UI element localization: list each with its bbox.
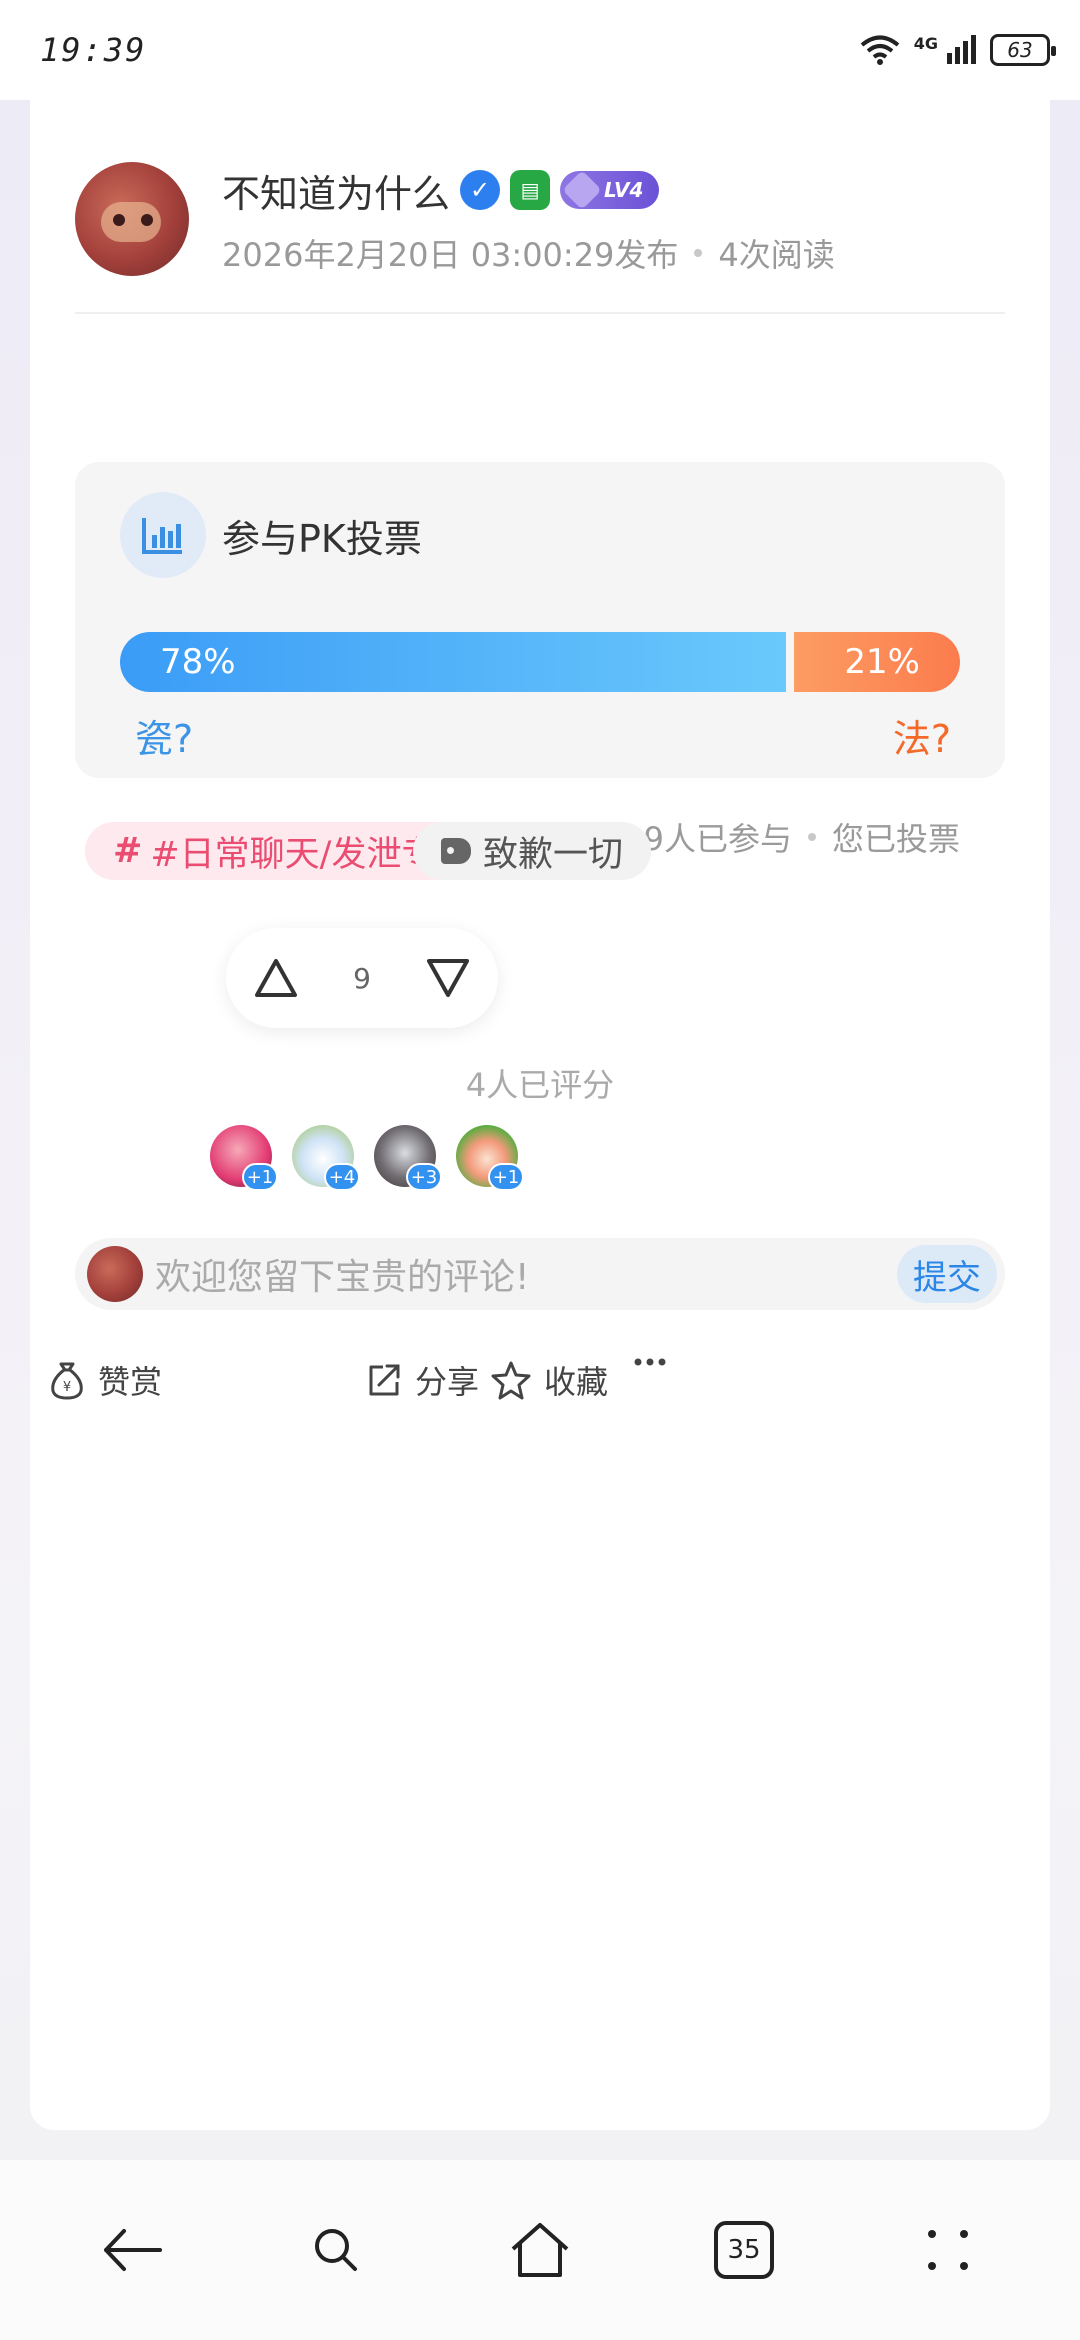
tab-count-badge: 35 [714,2221,774,2279]
share-label: 分享 [415,1363,480,1401]
pk-vote-bar: 78% 21% [120,632,960,692]
network-label: 4G [913,33,938,53]
home-icon [511,2223,569,2277]
battery-level: 63 [1007,38,1033,62]
pk-vote-panel: 参与PK投票 78% 21% 瓷? 法? 双选PK 已结束 19人已参与 您已投… [75,462,1005,858]
status-time: 19:39 [40,31,147,69]
publish-time: 2026年2月20日 03:00:29发布 [222,235,679,274]
pk-option-left-bar[interactable]: 78% [120,632,786,692]
downvote-icon[interactable] [425,957,471,999]
view-count: 4次阅读 [718,235,835,274]
star-icon [491,1361,531,1400]
rater-plus-badge: +1 [488,1163,524,1191]
comment-input[interactable]: 欢迎您留下宝贵的评论! [155,1248,897,1300]
signal-icon [947,35,976,64]
author-info: 不知道为什么 ✓ ▤ LV4 2026年2月20日 03:00:29发布 4次阅… [222,163,835,276]
reward-label: 赞赏 [98,1363,163,1401]
rated-count-text: 4人已评分 [465,1066,615,1104]
pk-vote-title: 参与PK投票 [222,516,422,561]
comment-bar: 欢迎您留下宝贵的评论! 提交 [75,1238,1005,1310]
pk-my-status: 您已投票 [831,820,960,858]
pk-left-percent: 78% [160,642,236,682]
rater-avatar[interactable]: +1 [210,1125,278,1191]
rater-avatar[interactable]: +3 [374,1125,442,1191]
status-icons: 4G 63 [860,33,1056,66]
more-dots-icon [634,1358,666,1366]
tag-icon [441,838,471,864]
rater-plus-badge: +4 [324,1163,360,1191]
verified-badge-icon: ✓ [460,170,501,210]
svg-text:¥: ¥ [63,1380,71,1395]
author-row[interactable]: 不知道为什么 ✓ ▤ LV4 2026年2月20日 03:00:29发布 4次阅… [75,162,835,276]
pk-option-right-label[interactable]: 法? [893,708,951,763]
tabs-button[interactable]: 35 [699,2205,789,2295]
level-gem-icon [562,170,602,210]
rater-avatars: +1 +4 +3 +1 [210,1125,524,1191]
search-icon [315,2229,357,2271]
author-name-row: 不知道为什么 ✓ ▤ LV4 [222,163,835,218]
search-button[interactable] [291,2205,381,2295]
share-button[interactable]: 分享 [365,1357,479,1403]
back-button[interactable] [87,2205,177,2295]
wifi-icon [860,35,900,65]
rater-plus-badge: +3 [406,1163,442,1191]
pk-vote-header: 参与PK投票 [120,492,422,578]
author-name[interactable]: 不知道为什么 [222,163,450,218]
rating-pill: 9 [226,928,498,1028]
separator-dot [807,833,816,841]
pk-option-left-label[interactable]: 瓷? [135,708,193,763]
author-avatar[interactable] [75,162,189,276]
favorite-button[interactable]: 收藏 [490,1357,608,1403]
divider [75,312,1005,314]
submit-comment-button[interactable]: 提交 [897,1245,997,1303]
chat-badge-icon: ▤ [510,170,551,210]
back-arrow-icon [104,2229,162,2271]
more-button[interactable] [634,1357,666,1367]
pk-vote-stats: 19人已参与 您已投票 [623,814,960,860]
menu-button[interactable] [903,2205,993,2295]
rating-score: 9 [353,961,371,995]
upvote-icon[interactable] [253,957,299,999]
browser-nav-bar: 35 [0,2160,1080,2340]
rater-avatar[interactable]: +1 [456,1125,524,1191]
post-card: 不知道为什么 ✓ ▤ LV4 2026年2月20日 03:00:29发布 4次阅… [30,100,1050,2130]
menu-dots-icon [928,2230,968,2270]
favorite-label: 收藏 [544,1363,609,1401]
rater-avatar[interactable]: +4 [292,1125,360,1191]
battery-icon: 63 [990,34,1056,66]
money-bag-icon: ¥ [51,1362,83,1400]
reward-button[interactable]: ¥ 赞赏 [48,1357,162,1403]
my-avatar [87,1246,143,1302]
rater-plus-badge: +1 [242,1163,278,1191]
post-meta: 2026年2月20日 03:00:29发布 4次阅读 [222,230,835,276]
share-icon [369,1364,400,1396]
separator-dot [694,248,703,257]
pk-option-right-bar[interactable]: 21% [794,632,960,692]
level-badge: LV4 [560,170,660,210]
level-text: LV4 [604,178,644,202]
hash-icon: # [113,831,143,871]
pk-right-percent: 21% [844,642,920,682]
bar-chart-icon [120,492,206,578]
status-bar: 19:39 4G 63 [0,0,1080,100]
label-tag-text: 致歉一切 [483,834,624,875]
label-tag[interactable]: 致歉一切 [413,822,652,880]
home-button[interactable] [495,2205,585,2295]
